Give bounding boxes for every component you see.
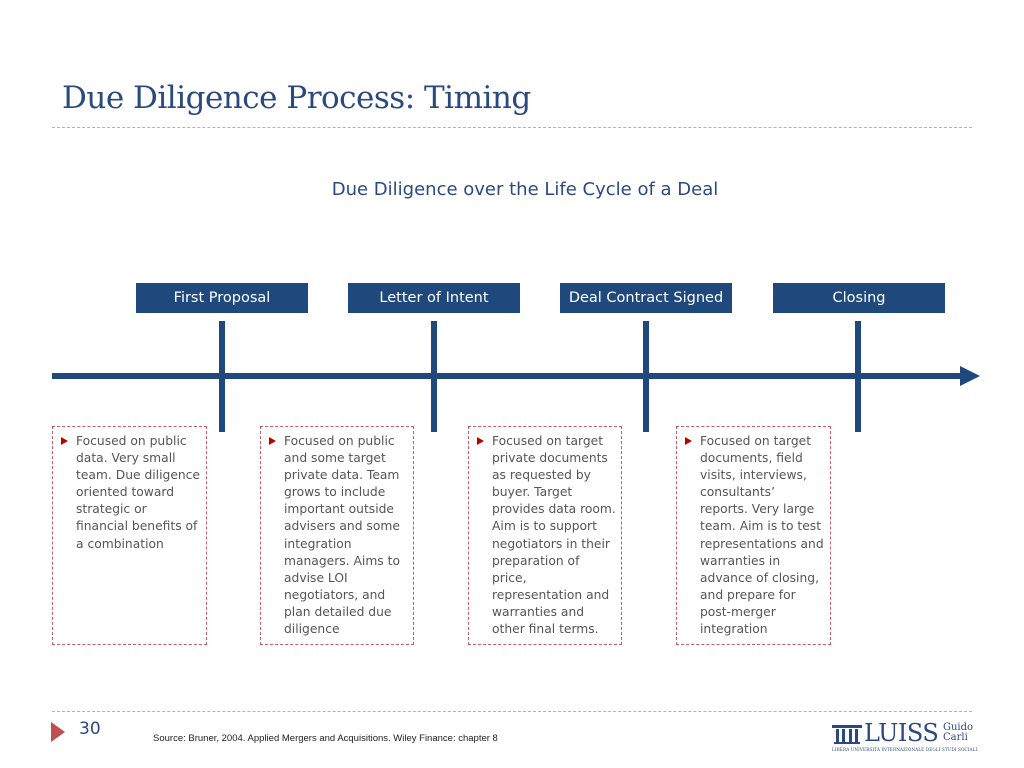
stage-description-box: Focused on target private documents as r… (468, 426, 622, 645)
timeline-tick-first-proposal (219, 321, 225, 432)
stage-description-box: Focused on public and some target privat… (260, 426, 414, 645)
title-divider (52, 127, 972, 128)
stage-description-text: Focused on target private documents as r… (492, 434, 616, 637)
diagram-subtitle: Due Diligence over the Life Cycle of a D… (331, 179, 719, 200)
stage-label-letter-of-intent: Letter of Intent (348, 283, 520, 313)
stage-description-box: Focused on public data. Very small team.… (52, 426, 207, 645)
logo-sub-line2: Carli (943, 732, 968, 743)
logo-name: LUISS (864, 719, 939, 747)
stage-description-text: Focused on public and some target privat… (284, 434, 400, 637)
column-temple-icon (832, 725, 862, 744)
stage-description-text: Focused on public data. Very small team.… (76, 434, 201, 551)
bullet-arrow-icon (685, 437, 692, 445)
source-citation: Source: Bruner, 2004. Applied Mergers an… (153, 733, 498, 744)
logo-tagline: LIBERA UNIVERSITÀ INTERNAZIONALE DEGLI S… (832, 747, 978, 752)
page-marker-icon (51, 722, 65, 742)
timeline-axis (52, 373, 964, 379)
stage-label-deal-contract-signed: Deal Contract Signed (560, 283, 732, 313)
page-number: 30 (79, 719, 101, 739)
bullet-arrow-icon (477, 437, 484, 445)
bullet-arrow-icon (269, 437, 276, 445)
bullet-arrow-icon (61, 437, 68, 445)
stage-description-box: Focused on target documents, field visit… (676, 426, 831, 645)
stage-description-text: Focused on target documents, field visit… (700, 434, 824, 637)
stage-label-closing: Closing (773, 283, 945, 313)
stage-label-first-proposal: First Proposal (136, 283, 308, 313)
timeline-tick-letter-of-intent (431, 321, 437, 432)
luiss-logo: LUISS Guido Carli LIBERA UNIVERSITÀ INTE… (830, 719, 978, 754)
footer-divider (52, 711, 972, 712)
slide-title: Due Diligence Process: Timing (62, 80, 531, 116)
timeline-tick-closing (855, 321, 861, 432)
timeline-arrowhead-icon (960, 366, 980, 386)
timeline-tick-deal-contract-signed (643, 321, 649, 432)
